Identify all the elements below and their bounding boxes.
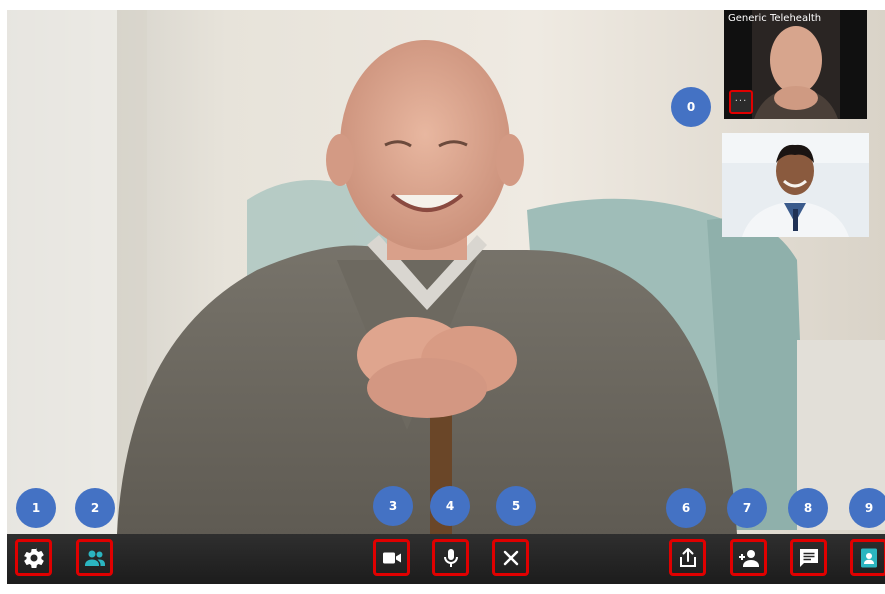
video-toggle-button[interactable] — [373, 539, 410, 576]
badge-4: 4 — [430, 486, 470, 526]
chat-icon — [799, 548, 818, 567]
video-camera-icon — [382, 552, 401, 563]
badge-2: 2 — [75, 488, 115, 528]
badge-6: 6 — [666, 488, 706, 528]
add-person-icon — [738, 549, 759, 567]
badge-0: 0 — [671, 87, 711, 127]
self-view-thumbnail: Generic Telehealth ··· — [724, 10, 867, 119]
telehealth-call-screen: Generic Telehealth ··· 0 1 2 3 4 5 6 7 8… — [0, 0, 885, 594]
contacts-button[interactable] — [850, 539, 885, 576]
badge-5: 5 — [496, 486, 536, 526]
microphone-toggle-button[interactable] — [432, 539, 469, 576]
chat-button[interactable] — [790, 539, 827, 576]
settings-button[interactable] — [15, 539, 52, 576]
contact-card-icon — [860, 548, 877, 567]
more-horizontal-icon: ··· — [734, 96, 748, 107]
more-options-button[interactable]: ··· — [729, 90, 753, 114]
participants-icon — [84, 550, 105, 566]
thumbnail-title: Generic Telehealth — [728, 13, 822, 24]
share-button[interactable] — [669, 539, 706, 576]
end-call-button[interactable] — [492, 539, 529, 576]
participants-button[interactable] — [76, 539, 113, 576]
share-icon — [679, 547, 696, 567]
badge-7: 7 — [727, 488, 767, 528]
add-participant-button[interactable] — [730, 539, 767, 576]
microphone-icon — [443, 548, 458, 567]
doctor-video-image — [722, 133, 869, 237]
doctor-video-thumbnail[interactable] — [722, 133, 869, 237]
badge-8: 8 — [788, 488, 828, 528]
badge-3: 3 — [373, 486, 413, 526]
badge-1: 1 — [16, 488, 56, 528]
badge-9: 9 — [849, 488, 885, 528]
close-icon — [503, 550, 518, 565]
gear-icon — [23, 547, 44, 568]
